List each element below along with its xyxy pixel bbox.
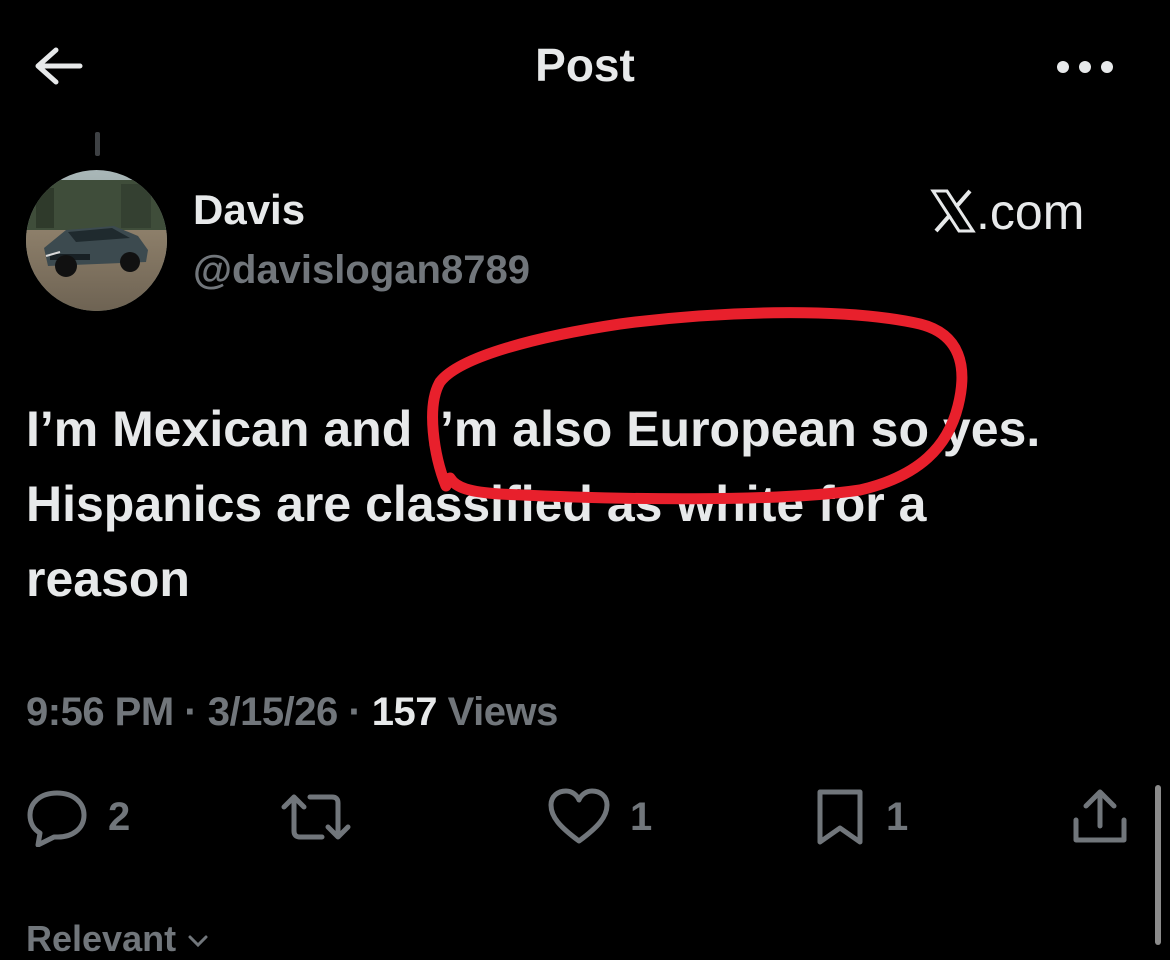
post-date: 3/15/26 xyxy=(207,690,338,734)
reply-button[interactable]: 2 xyxy=(24,782,130,852)
scrollbar-thumb[interactable] xyxy=(1155,785,1161,945)
page-title-wrap: Post xyxy=(0,38,1170,92)
replies-sort-dropdown[interactable]: Relevant xyxy=(26,918,210,960)
post-text: I’m Mexican and I’m also European so yes… xyxy=(26,401,1041,607)
more-horizontal-icon xyxy=(1057,61,1113,73)
meta-separator: · xyxy=(184,690,198,734)
heart-icon xyxy=(548,788,610,844)
author-handle[interactable]: @davislogan8789 xyxy=(193,248,530,293)
more-options-button[interactable] xyxy=(1048,40,1122,94)
repost-icon xyxy=(281,794,351,840)
page-title: Post xyxy=(535,39,635,91)
x-logo-icon xyxy=(930,189,976,233)
reply-count: 2 xyxy=(108,794,131,839)
views-label: Views xyxy=(447,690,559,734)
back-button[interactable] xyxy=(26,34,90,98)
watermark-text: .com xyxy=(976,184,1085,240)
x-watermark: .com xyxy=(928,184,1128,244)
replies-sort-label: Relevant xyxy=(26,918,177,959)
post-meta: 9:56 PM · 3/15/26 · 157 Views xyxy=(26,690,558,735)
like-button[interactable]: 1 xyxy=(546,782,652,852)
bookmark-icon xyxy=(817,789,863,845)
share-button[interactable] xyxy=(1068,782,1132,852)
bookmark-count: 1 xyxy=(886,794,909,839)
avatar-photo xyxy=(26,170,167,311)
bookmark-button[interactable]: 1 xyxy=(812,782,908,852)
views-count: 157 xyxy=(371,690,438,734)
meta-separator: · xyxy=(348,690,362,734)
repost-button[interactable] xyxy=(278,782,372,852)
like-count: 1 xyxy=(630,794,653,839)
avatar[interactable] xyxy=(26,170,167,311)
reply-icon xyxy=(27,790,87,847)
author-name[interactable]: Davis xyxy=(193,186,305,234)
thread-connector-line xyxy=(95,132,100,156)
post-time: 9:56 PM xyxy=(26,690,174,734)
chevron-down-icon xyxy=(188,935,208,948)
arrow-left-icon xyxy=(35,47,83,85)
share-icon xyxy=(1073,789,1127,843)
